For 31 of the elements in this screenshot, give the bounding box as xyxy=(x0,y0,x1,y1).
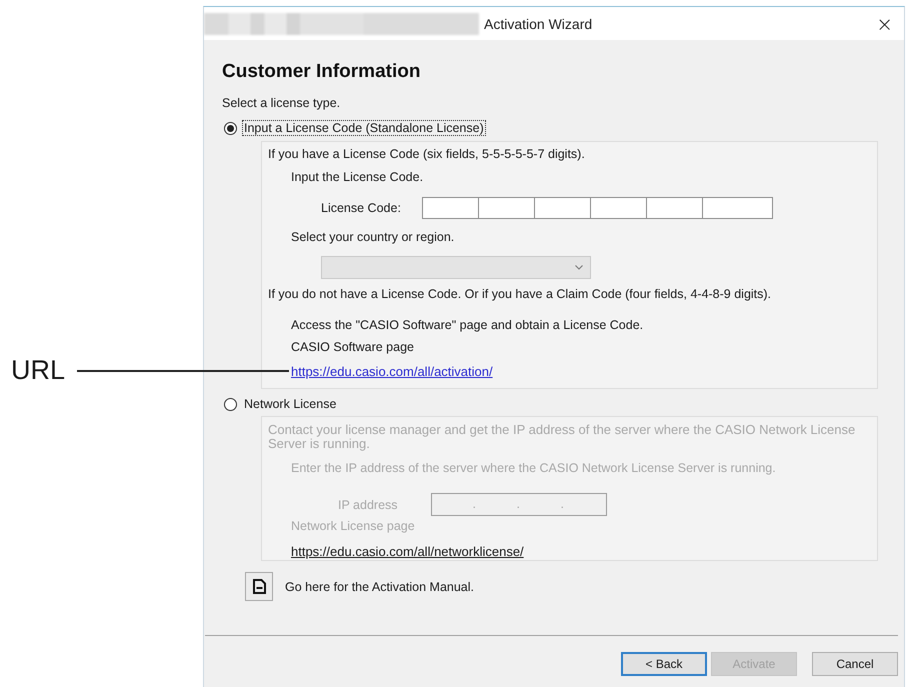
info-text: If you have a License Code (six fields, 5-5-5-5-5-7 digits). xyxy=(268,147,586,161)
dialog-button[interactable]: Cancel xyxy=(812,652,898,676)
license-code-field[interactable] xyxy=(422,197,479,219)
info-text: Input the License Code. xyxy=(291,170,424,184)
info-text: CASIO Software page xyxy=(291,340,415,354)
license-code-field[interactable] xyxy=(534,197,591,219)
url-link[interactable]: https://edu.casio.com/all/activation/ xyxy=(291,365,493,379)
license-code-field[interactable] xyxy=(590,197,647,219)
field-label: IP address xyxy=(338,498,399,512)
manual-button[interactable] xyxy=(245,572,273,601)
close-button[interactable]: × xyxy=(874,14,895,34)
dialog-button[interactable]: < Back xyxy=(621,652,707,676)
page-heading: Customer Information xyxy=(222,61,422,83)
document-icon xyxy=(252,579,266,594)
license-code-field[interactable] xyxy=(702,197,773,219)
license-code-field[interactable] xyxy=(646,197,703,219)
annotation-label: URL xyxy=(11,355,66,385)
radio-label[interactable]: Input a License Code (Standalone License) xyxy=(242,120,486,136)
info-text: Select your country or region. xyxy=(291,230,456,244)
info-text: If you do not have a License Code. Or if you have a Claim Code (four fields, 4-4-8-9 digits). xyxy=(268,287,772,301)
info-text: Enter the IP address of the server where the CASIO Network License Server is running. xyxy=(291,461,777,475)
prompt-text: Select a license type. xyxy=(222,96,342,110)
chevron-down-icon xyxy=(575,265,583,270)
window-title: Activation Wizard xyxy=(484,16,592,32)
info-text: Contact your license manager and get the IP address of the server where the CASIO Network License Server is running. xyxy=(268,423,856,451)
radio-button[interactable] xyxy=(224,122,237,134)
field-label: License Code: xyxy=(321,201,402,215)
manual-text: Go here for the Activation Manual. xyxy=(285,580,474,594)
info-text: Access the "CASIO Software" page and obtain a License Code. xyxy=(291,318,644,332)
license-code-field[interactable] xyxy=(478,197,535,219)
info-text: Network License page xyxy=(291,519,416,533)
